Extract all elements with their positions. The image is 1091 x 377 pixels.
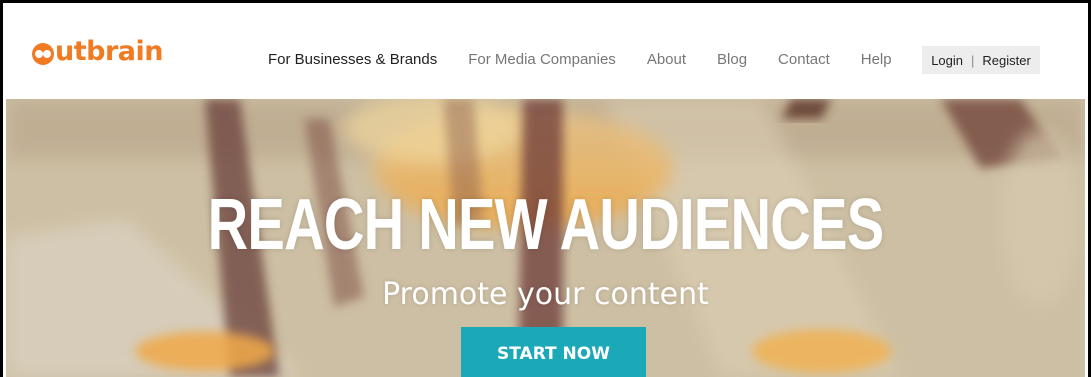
nav-item-businesses-brands[interactable]: For Businesses & Brands	[268, 51, 437, 68]
register-link[interactable]: Register	[982, 53, 1030, 68]
nav-item-media-companies[interactable]: For Media Companies	[468, 51, 616, 68]
logo-text: utbrain	[55, 36, 163, 67]
auth-separator: |	[971, 52, 975, 68]
hero-banner: REACH NEW AUDIENCES Promote your content…	[6, 99, 1085, 377]
nav-item-contact[interactable]: Contact	[778, 51, 830, 68]
main-nav: For Businesses & Brands For Media Compan…	[268, 51, 923, 68]
login-link[interactable]: Login	[931, 53, 963, 68]
hero-subtitle: Promote your content	[382, 277, 709, 312]
outbrain-logo[interactable]: utbrain	[32, 36, 163, 67]
site-header: utbrain For Businesses & Brands For Medi…	[6, 6, 1085, 99]
browser-frame: utbrain For Businesses & Brands For Medi…	[0, 0, 1091, 377]
outbrain-logo-icon	[32, 42, 54, 65]
auth-box: Login | Register	[922, 46, 1040, 74]
nav-item-blog[interactable]: Blog	[717, 51, 747, 68]
hero-title: REACH NEW AUDIENCES	[207, 185, 885, 265]
start-now-button[interactable]: START NOW	[461, 327, 646, 377]
nav-item-help[interactable]: Help	[861, 51, 892, 68]
nav-item-about[interactable]: About	[647, 51, 686, 68]
